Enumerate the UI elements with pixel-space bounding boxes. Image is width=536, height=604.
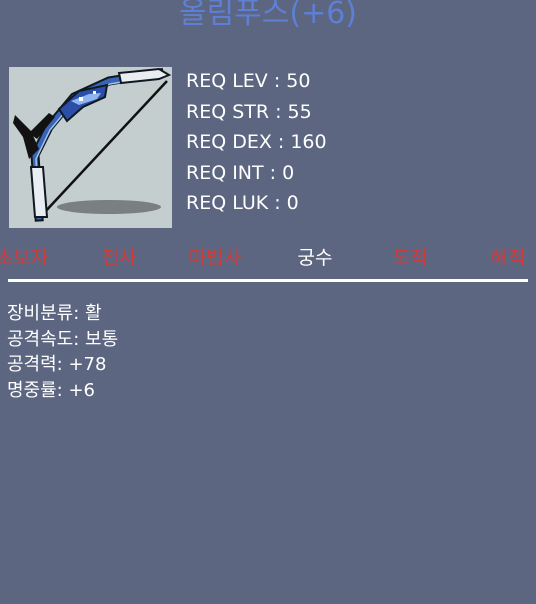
req-str: REQ STR : 55: [186, 100, 312, 123]
job-warrior: 전사: [101, 247, 137, 269]
item-stats: 장비분류: 활 공격속도: 보통 공격력: +78 명중률: +6: [7, 301, 118, 403]
stat-attack: 공격력: +78: [7, 354, 107, 375]
item-icon-frame: [9, 67, 172, 228]
job-list: 초보자 전사 마법사 궁수 도적 해적: [0, 242, 536, 274]
job-magician: 마법사: [188, 247, 242, 269]
stat-category: 장비분류: 활: [7, 303, 102, 324]
divider: [8, 279, 528, 282]
stat-attack-speed: 공격속도: 보통: [7, 328, 119, 350]
requirements-list: REQ LEV : 50 REQ STR : 55 REQ DEX : 160 …: [186, 66, 327, 219]
job-thief: 도적: [392, 247, 428, 269]
req-luk: REQ LUK : 0: [186, 192, 299, 214]
stat-accuracy: 명중률: +6: [7, 379, 95, 401]
req-dex: REQ DEX : 160: [186, 131, 327, 153]
job-archer: 궁수: [297, 247, 333, 269]
item-name: 올림푸스(+6): [178, 0, 358, 31]
req-level: REQ LEV : 50: [186, 70, 311, 92]
job-pirate: 해적: [490, 247, 526, 269]
req-int: REQ INT : 0: [186, 161, 295, 184]
job-beginner: 초보자: [0, 247, 49, 269]
blue-bow-icon: [13, 67, 172, 222]
